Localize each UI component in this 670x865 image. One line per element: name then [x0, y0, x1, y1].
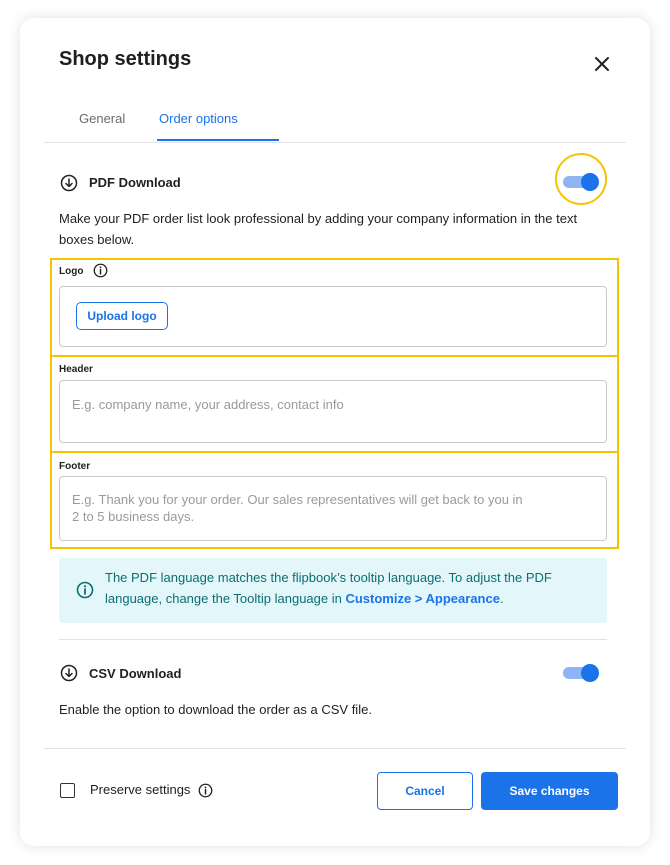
- header-label: Header: [59, 364, 93, 375]
- header-placeholder: E.g. company name, your address, contact…: [72, 397, 344, 412]
- csv-download-title: CSV Download: [89, 666, 182, 681]
- save-changes-button[interactable]: Save changes: [481, 772, 618, 810]
- info-icon: [76, 581, 94, 599]
- header-input[interactable]: E.g. company name, your address, contact…: [59, 380, 607, 443]
- active-tab-indicator: [157, 139, 279, 141]
- section-divider: [59, 639, 607, 640]
- logo-label: Logo: [59, 266, 84, 277]
- pdf-download-title: PDF Download: [89, 175, 181, 190]
- download-circle-icon: [60, 174, 78, 192]
- preserve-settings-label: Preserve settings: [90, 782, 191, 797]
- notice-text: The PDF language matches the flipbook’s …: [105, 567, 595, 609]
- pdf-download-toggle[interactable]: [563, 173, 599, 191]
- upload-logo-button[interactable]: Upload logo: [76, 302, 168, 330]
- footer-placeholder: E.g. Thank you for your order. Our sales…: [72, 492, 523, 524]
- toggle-knob: [581, 173, 599, 191]
- cancel-button[interactable]: Cancel: [377, 772, 473, 810]
- tab-bar: General Order options: [44, 106, 626, 143]
- pdf-description: Make your PDF order list look profession…: [59, 211, 578, 247]
- shop-settings-dialog: Shop settings General Order options PDF …: [20, 18, 650, 846]
- tab-general[interactable]: General: [79, 111, 125, 126]
- close-icon[interactable]: [591, 53, 613, 75]
- info-icon[interactable]: [93, 263, 108, 278]
- info-icon[interactable]: [198, 783, 213, 798]
- csv-download-toggle[interactable]: [563, 664, 599, 682]
- pdf-language-notice: The PDF language matches the flipbook’s …: [59, 558, 607, 623]
- logo-field: Upload logo: [59, 286, 607, 347]
- notice-suffix: .: [499, 591, 504, 606]
- download-circle-icon: [60, 664, 78, 682]
- preserve-settings-checkbox[interactable]: [60, 783, 75, 798]
- customize-appearance-link[interactable]: Customize > Appearance: [345, 591, 499, 606]
- toggle-knob: [581, 664, 599, 682]
- footer-input[interactable]: E.g. Thank you for your order. Our sales…: [59, 476, 607, 541]
- tab-order-options[interactable]: Order options: [159, 111, 238, 126]
- footer-label: Footer: [59, 461, 91, 472]
- footer-divider: [44, 748, 626, 749]
- dialog-title: Shop settings: [59, 48, 192, 70]
- csv-description: Enable the option to download the order …: [59, 702, 372, 717]
